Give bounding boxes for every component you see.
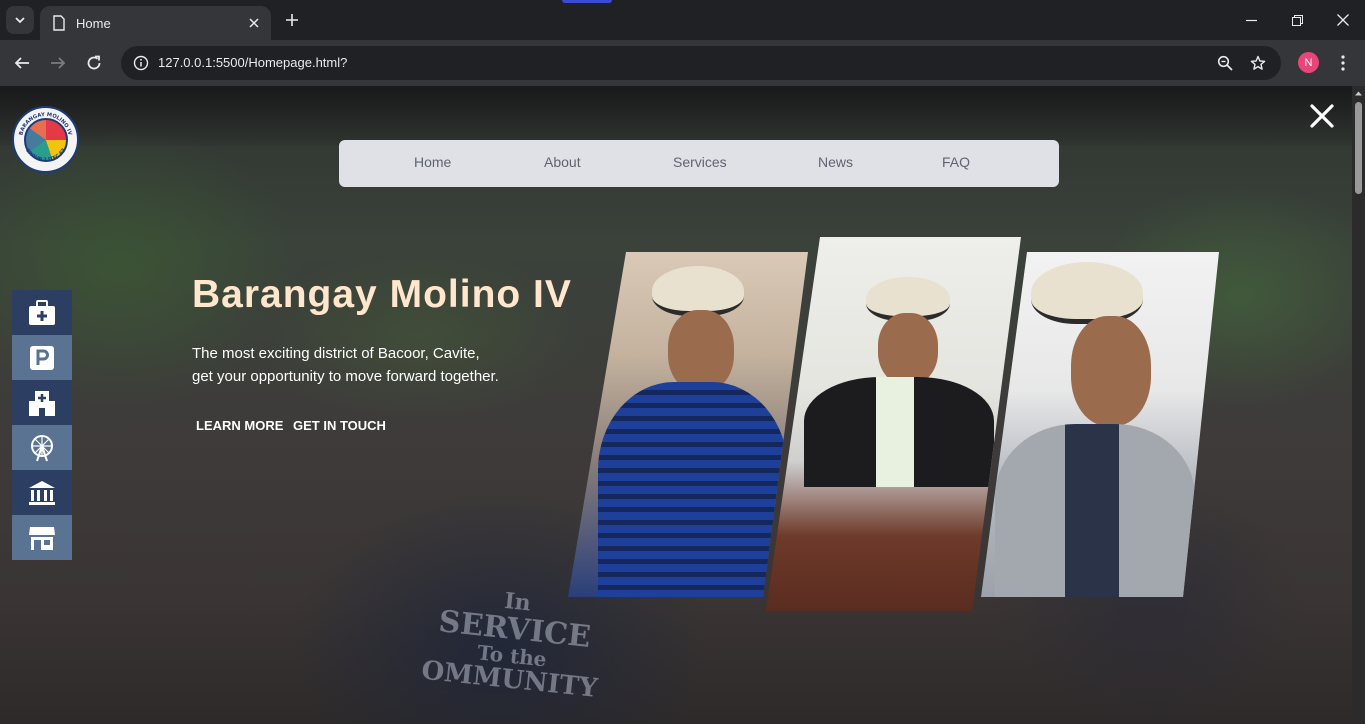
svg-text:BARANGAY MOLINO IV: BARANGAY MOLINO IV — [18, 112, 72, 136]
scroll-up-icon[interactable] — [1354, 89, 1363, 98]
store-icon — [29, 526, 55, 550]
restore-button[interactable] — [1274, 0, 1320, 40]
page-viewport: In SERVICE To the OMMUNITY BARANGAY MOLI… — [0, 86, 1365, 724]
shirt-shape — [598, 382, 788, 597]
star-icon — [1250, 55, 1266, 70]
plus-icon — [286, 14, 298, 26]
close-icon[interactable] — [1309, 103, 1335, 129]
nav-link-news[interactable]: News — [818, 154, 853, 170]
minimize-icon — [1245, 19, 1257, 21]
side-icon-bar — [12, 290, 72, 560]
window-close-button[interactable] — [1320, 0, 1365, 40]
background-roof — [0, 86, 1365, 146]
hero-title: Barangay Molino IV — [192, 273, 572, 316]
arrow-right-icon — [51, 57, 66, 69]
face-shape — [1071, 316, 1151, 426]
browser-toolbar: 127.0.0.1:5500/Homepage.html? N — [0, 40, 1365, 86]
site-info-button[interactable] — [129, 51, 153, 75]
side-item-parking[interactable] — [12, 335, 72, 380]
hero-subtitle: The most exciting district of Bacoor, Ca… — [192, 342, 499, 388]
nav-link-services[interactable]: Services — [673, 154, 727, 170]
ferris-wheel-icon — [31, 434, 53, 461]
close-icon — [249, 18, 259, 28]
page-icon — [53, 15, 65, 31]
page-scrollbar[interactable] — [1352, 86, 1365, 724]
side-item-medical[interactable] — [12, 290, 72, 335]
chevron-down-icon — [15, 17, 25, 24]
zoom-icon — [1217, 55, 1233, 71]
back-button[interactable] — [8, 49, 36, 77]
url-text: 127.0.0.1:5500/Homepage.html? — [158, 55, 348, 70]
tab-search-button[interactable] — [6, 6, 34, 34]
arrow-left-icon — [14, 57, 29, 69]
nav-link-home[interactable]: Home — [414, 154, 451, 170]
more-vertical-icon — [1341, 55, 1345, 71]
browser-tab-home[interactable]: Home — [40, 6, 271, 40]
side-item-store[interactable] — [12, 515, 72, 560]
browser-menu-button[interactable] — [1333, 51, 1353, 75]
svg-text:GROUP 2 ITEC 63: GROUP 2 ITEC 63 — [24, 147, 68, 163]
learn-more-button[interactable]: LEARN MORE — [196, 418, 283, 433]
tab-title: Home — [76, 15, 111, 31]
profile-avatar-button[interactable]: N — [1298, 52, 1319, 73]
hospital-icon — [29, 390, 55, 416]
info-icon — [133, 55, 149, 71]
hero-subtitle-line: get your opportunity to move forward tog… — [192, 368, 499, 385]
reload-button[interactable] — [80, 49, 108, 77]
zoom-button[interactable] — [1213, 51, 1237, 75]
face-shape — [878, 313, 938, 385]
forward-button[interactable] — [44, 49, 72, 77]
browser-tab-strip: Home — [0, 0, 1365, 40]
background-shirt-text: In SERVICE To the OMMUNITY — [420, 582, 607, 704]
uniform-shape — [995, 424, 1195, 597]
bank-icon — [29, 480, 55, 505]
bookmark-button[interactable] — [1246, 51, 1270, 75]
barangay-logo[interactable]: BARANGAY MOLINO IV GROUP 2 ITEC 63 — [12, 106, 79, 173]
minimize-button[interactable] — [1228, 0, 1274, 40]
nav-link-about[interactable]: About — [544, 154, 581, 170]
side-item-recreation[interactable] — [12, 425, 72, 470]
parking-icon — [30, 345, 54, 370]
suit-shape — [804, 377, 994, 487]
briefcase-medical-icon — [29, 299, 55, 325]
get-in-touch-button[interactable]: GET IN TOUCH — [293, 418, 386, 433]
logo-ring-text: BARANGAY MOLINO IV GROUP 2 ITEC 63 — [18, 112, 72, 163]
scrollbar-thumb[interactable] — [1355, 102, 1362, 194]
new-tab-button[interactable] — [280, 8, 304, 32]
nav-link-faq[interactable]: FAQ — [942, 154, 970, 170]
tab-close-button[interactable] — [245, 14, 263, 32]
logo-text-top: BARANGAY MOLINO IV — [18, 112, 72, 136]
hat-shape — [652, 266, 744, 316]
restore-icon — [1291, 14, 1303, 26]
close-icon — [1337, 14, 1349, 26]
side-item-bank[interactable] — [12, 470, 72, 515]
side-item-hospital[interactable] — [12, 380, 72, 425]
hero-subtitle-line: The most exciting district of Bacoor, Ca… — [192, 345, 480, 362]
logo-text-bottom: GROUP 2 ITEC 63 — [24, 147, 68, 163]
address-bar[interactable]: 127.0.0.1:5500/Homepage.html? — [121, 46, 1281, 80]
hat-shape — [1031, 262, 1143, 324]
profile-indicator — [562, 0, 612, 3]
main-navbar: Home About Services News FAQ — [339, 140, 1059, 187]
face-shape — [668, 310, 734, 392]
reload-icon — [87, 55, 101, 70]
